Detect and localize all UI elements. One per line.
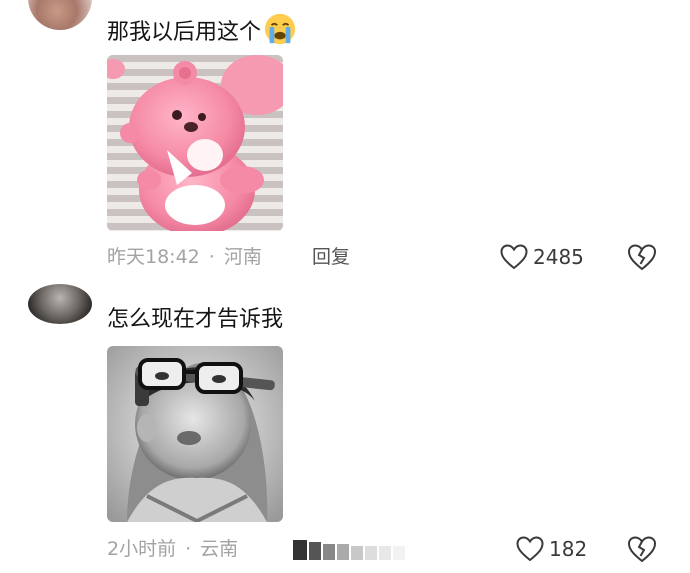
broken-heart-icon[interactable] — [627, 243, 657, 271]
comment-list: 那我以后用这个 昨天18:42 · 河南 回复 2485 怎么现在才告诉我 2小… — [0, 0, 690, 573]
like-count: 2485 — [533, 245, 584, 269]
heart-outline-icon — [500, 244, 528, 270]
avatar[interactable] — [28, 0, 92, 30]
comment-time: 昨天18:42 — [107, 246, 200, 268]
comment-meta: 2小时前 · 云南 — [107, 537, 238, 561]
comment-meta: 昨天18:42 · 河南 — [107, 245, 262, 269]
blurred-reply-label[interactable] — [293, 538, 405, 562]
grayscale-face-meme-image — [107, 346, 283, 522]
comment-text: 怎么现在才告诉我 — [107, 307, 284, 332]
reply-button[interactable]: 回复 — [312, 245, 350, 269]
loudly-crying-face-emoji — [264, 13, 296, 45]
comment-text-content: 那我以后用这个 — [107, 20, 262, 45]
avatar[interactable] — [28, 284, 92, 324]
comment-location: 河南 — [223, 246, 262, 268]
comment-image[interactable] — [107, 55, 283, 231]
heart-outline-icon — [516, 536, 544, 562]
like-count: 182 — [549, 537, 588, 561]
comment-location: 云南 — [200, 538, 239, 560]
comment-image[interactable] — [107, 346, 283, 522]
like-button[interactable]: 2485 — [500, 244, 584, 270]
meta-separator: · — [185, 538, 192, 560]
like-button[interactable]: 182 — [516, 536, 587, 562]
comment-time: 2小时前 — [107, 538, 177, 560]
meta-separator: · — [208, 246, 215, 268]
broken-heart-icon[interactable] — [627, 535, 657, 563]
pink-beaver-sticker-image — [107, 55, 283, 231]
comment-text: 那我以后用这个 — [107, 12, 297, 47]
